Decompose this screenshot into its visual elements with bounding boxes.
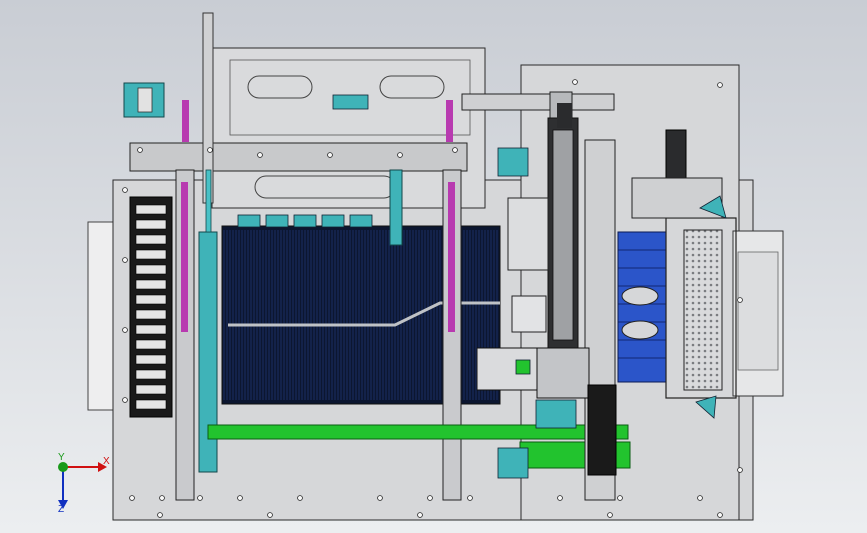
mid-box — [507, 197, 549, 271]
triad-x-label: X — [103, 456, 110, 467]
right-cable-chain — [587, 384, 617, 476]
upper-magenta-left — [182, 100, 189, 142]
pneumatic-rod — [205, 169, 212, 233]
motor-mount — [631, 177, 723, 219]
triad-y-label: Y — [58, 452, 65, 463]
rail-right-magenta — [448, 182, 455, 332]
top-beam — [129, 142, 468, 172]
cylinder-small — [389, 169, 403, 246]
upper-magenta-right — [446, 100, 453, 142]
cable-chain — [129, 196, 173, 418]
cad-viewport[interactable]: X Y Z — [0, 0, 867, 533]
right-guard-inner — [737, 251, 779, 371]
top-arm — [461, 93, 615, 111]
motor-small — [557, 103, 572, 128]
rail-left-magenta — [181, 182, 188, 332]
clamp — [511, 295, 547, 333]
assembly-drawing[interactable] — [0, 0, 867, 533]
mesh-filter — [683, 229, 723, 391]
gripper-head — [536, 347, 590, 399]
valve-block-inner — [137, 87, 153, 113]
triad-z-label: Z — [58, 504, 65, 515]
motor — [665, 129, 687, 179]
drive-column-face — [552, 129, 574, 341]
blue-part-stack — [617, 231, 667, 383]
